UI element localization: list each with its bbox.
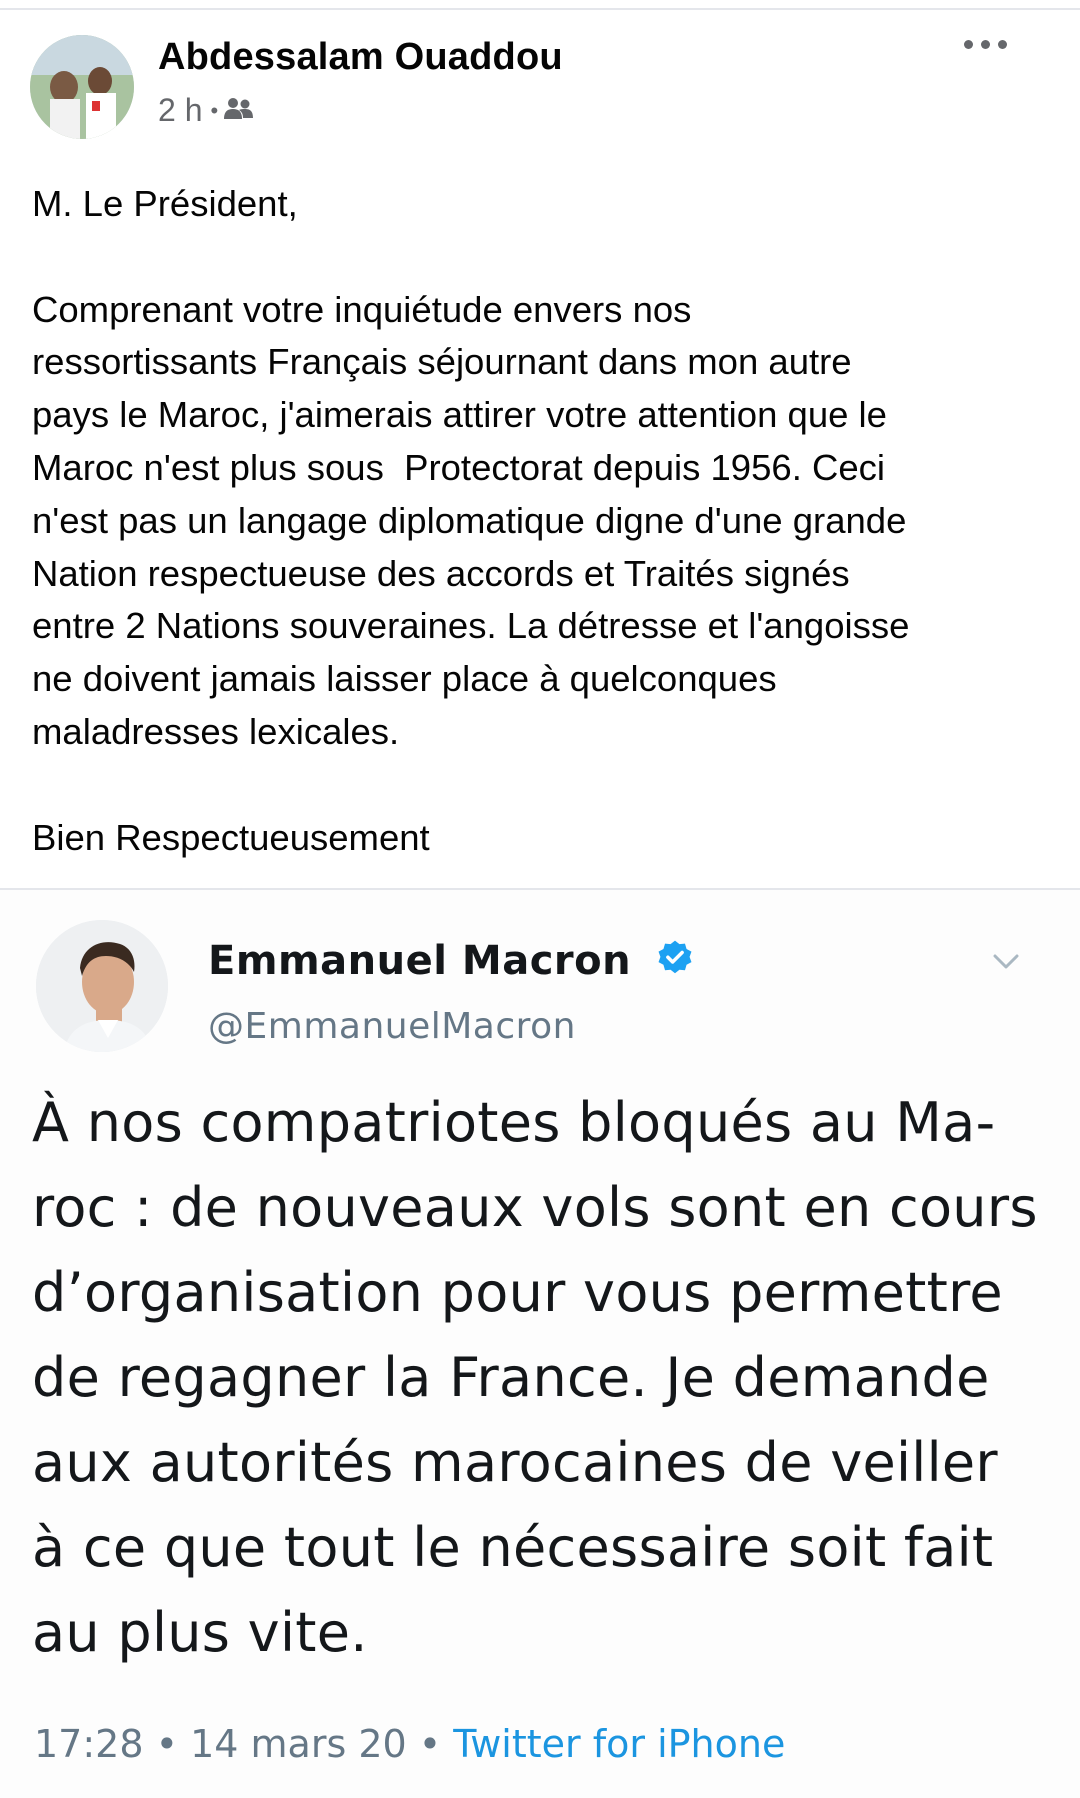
tweet-line: À nos compatriotes bloqués au Ma-	[32, 1091, 996, 1154]
chevron-down-icon	[992, 952, 1020, 972]
post-meta: 2 h •	[158, 92, 254, 129]
post-time[interactable]: 2 h	[158, 92, 202, 129]
tweet-line: d’organisation pour vous permettre	[32, 1261, 1003, 1324]
post-closing: Bien Respectueusement	[32, 816, 430, 858]
tweet-author-name: Emmanuel Macron	[208, 938, 694, 987]
post-body-line: ne doivent jamais laisser place à quelco…	[32, 658, 777, 700]
post-body-line: ressortissants Français séjournant dans …	[32, 341, 852, 383]
post-body-line: Comprenant votre inquiétude envers nos	[32, 288, 692, 330]
tweet-text: À nos compatriotes bloqués au Ma- roc : …	[32, 1080, 1052, 1675]
tweet-author-name-text: Emmanuel Macron	[208, 938, 632, 984]
tweet-meta: 17:28 • 14 mars 20 • Twitter for iPhone	[34, 1722, 785, 1766]
tweet-image[interactable]: Emmanuel Macron @EmmanuelMacron À nos co…	[0, 890, 1080, 1798]
tweet-author-avatar	[36, 920, 168, 1052]
post-salutation: M. Le Président,	[32, 183, 298, 224]
meta-separator: •	[155, 1722, 191, 1766]
post-body-line: maladresses lexicales.	[32, 710, 400, 752]
post-body-line: Maroc n'est plus sous Protectorat depuis…	[32, 446, 885, 488]
author-avatar[interactable]	[30, 35, 134, 139]
verified-badge-icon	[656, 939, 694, 987]
tweet-line: roc : de nouveaux vols sont en cours	[32, 1176, 1038, 1239]
tweet-line: au plus vite.	[32, 1601, 368, 1664]
tweet-date: 14 mars 20	[190, 1722, 407, 1766]
more-options-icon[interactable]	[964, 34, 1008, 54]
tweet-author-handle: @EmmanuelMacron	[208, 1006, 576, 1047]
post-header: Abdessalam Ouaddou 2 h •	[0, 0, 1080, 150]
tweet-time: 17:28	[34, 1722, 144, 1766]
tweet-line: aux autorités marocaines de veiller	[32, 1431, 998, 1494]
post-body-line: pays le Maroc, j'aimerais attirer votre …	[32, 394, 887, 436]
meta-separator: •	[418, 1722, 454, 1766]
post-body-line: Nation respectueuse des accords et Trait…	[32, 552, 850, 594]
friends-icon[interactable]	[224, 92, 254, 129]
meta-separator: •	[210, 97, 219, 123]
post-body-line: n'est pas un langage diplomatique digne …	[32, 499, 907, 541]
tweet-line: à ce que tout le nécessaire soit fait	[32, 1516, 994, 1579]
tweet-line: de regagner la France. Je demande	[32, 1346, 990, 1409]
author-name[interactable]: Abdessalam Ouaddou	[158, 36, 563, 79]
post-text: M. Le Président, Comprenant votre inquié…	[32, 178, 1042, 864]
post-body-line: entre 2 Nations souveraines. La détresse…	[32, 605, 910, 647]
tweet-source: Twitter for iPhone	[453, 1722, 786, 1766]
